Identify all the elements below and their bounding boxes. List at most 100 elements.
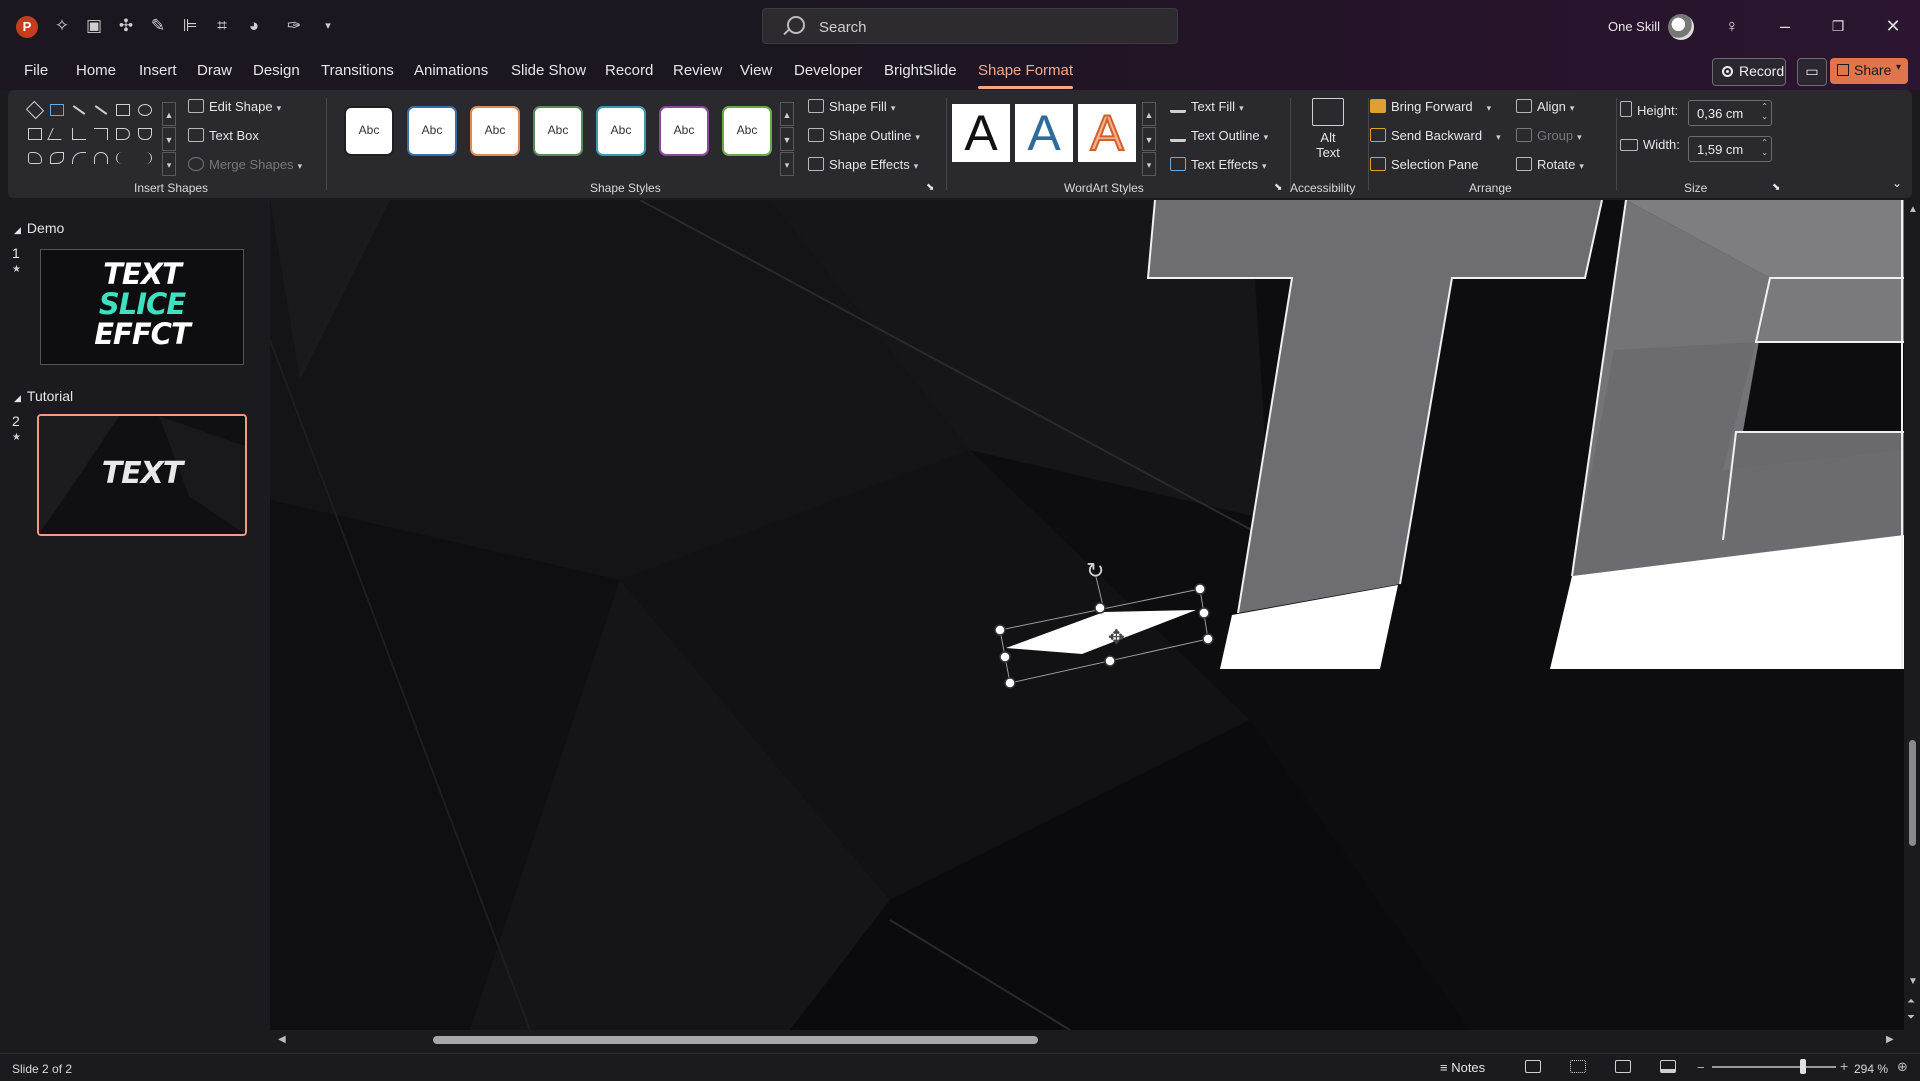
rectangle-shape-icon[interactable]	[116, 104, 130, 116]
search-box[interactable]	[762, 8, 1178, 44]
shape-style-6[interactable]: Abc	[659, 106, 709, 156]
horizontal-scroll-thumb[interactable]	[433, 1036, 1038, 1044]
tab-design[interactable]: Design	[253, 62, 300, 79]
shape-style-4[interactable]: Abc	[533, 106, 583, 156]
previous-slide-icon[interactable]: ⏶	[1907, 996, 1915, 1007]
rotate-handle-icon[interactable]: ↻	[1086, 559, 1104, 584]
more-icon[interactable]: ▾	[162, 152, 176, 176]
tab-draw[interactable]: Draw	[197, 62, 232, 79]
shape-style-3[interactable]: Abc	[470, 106, 520, 156]
crop-icon[interactable]: ⌗	[212, 16, 232, 36]
triangle-shape-icon[interactable]	[47, 128, 67, 140]
group-button[interactable]: Group ▾	[1516, 128, 1582, 143]
curve-shape-icon[interactable]	[94, 152, 108, 164]
slide-thumbnail-2[interactable]: TEXT	[37, 414, 247, 536]
search-input[interactable]	[817, 15, 1161, 39]
zoom-in-icon[interactable]: +	[1840, 1058, 1848, 1074]
bring-forward-button[interactable]: Bring Forward ▾	[1370, 99, 1491, 114]
collapse-triangle-icon[interactable]: ◢	[14, 225, 21, 235]
chevron-down-icon[interactable]: ▼	[1142, 127, 1156, 151]
tab-brightslide[interactable]: BrightSlide	[884, 62, 957, 79]
scribble-shape-icon[interactable]	[50, 152, 64, 164]
vertical-scrollbar[interactable]	[1906, 200, 1920, 1030]
section-demo[interactable]: ◢ Demo	[14, 220, 64, 236]
scroll-left-icon[interactable]: ◀	[278, 1034, 286, 1045]
more-icon[interactable]: ▾	[780, 152, 794, 176]
chevron-down-icon[interactable]: ▼	[780, 127, 794, 151]
slideshow-icon[interactable]	[1660, 1060, 1676, 1073]
fit-slide-icon[interactable]: ⊕	[1897, 1059, 1908, 1075]
size-launcher-icon[interactable]: ⬊	[1772, 182, 1780, 193]
brace-left-shape-icon[interactable]	[116, 152, 130, 164]
close-icon[interactable]: ✕	[1881, 14, 1905, 38]
scroll-up-icon[interactable]: ▲	[1908, 204, 1918, 215]
wordart-style-blue[interactable]: A	[1015, 104, 1073, 162]
text-fill-button[interactable]: Text Fill ▾	[1170, 99, 1244, 114]
wordart-gallery-scroll[interactable]: ▲ ▼ ▾	[1142, 102, 1156, 178]
animation-icon[interactable]: ✧	[52, 16, 72, 36]
slide-canvas[interactable]: ↻ ✥	[270, 200, 1904, 1030]
tab-file[interactable]: File	[24, 62, 48, 79]
connector-shape-icon[interactable]	[72, 128, 86, 140]
shape-effects-button[interactable]: Shape Effects ▾	[808, 157, 918, 172]
shape-outline-button[interactable]: Shape Outline ▾	[808, 128, 920, 143]
reading-view-icon[interactable]	[1615, 1060, 1631, 1073]
text-outline-button[interactable]: Text Outline ▾	[1170, 128, 1268, 143]
arrow-line-shape-icon[interactable]	[94, 105, 108, 115]
tab-insert[interactable]: Insert	[139, 62, 177, 79]
tab-home[interactable]: Home	[76, 62, 116, 79]
shape-styles-launcher-icon[interactable]: ⬊	[926, 182, 934, 193]
restore-icon[interactable]: ❐	[1826, 14, 1850, 38]
freeform-shape-icon[interactable]	[28, 152, 42, 164]
vertical-scroll-thumb[interactable]	[1909, 740, 1916, 846]
arrow-down-shape-icon[interactable]	[138, 128, 152, 140]
arrow-right-shape-icon[interactable]	[116, 128, 130, 140]
selection-pane-button[interactable]: Selection Pane	[1370, 157, 1478, 172]
send-backward-button[interactable]: Send Backward ▾	[1370, 128, 1501, 143]
eyedropper-icon[interactable]: ✑	[284, 16, 304, 36]
rotate-button[interactable]: Rotate ▾	[1516, 157, 1584, 172]
shapes-gallery-scroll[interactable]: ▲ ▼ ▾	[162, 102, 176, 178]
wordart-style-black[interactable]: A	[952, 104, 1010, 162]
diamond-shape-icon[interactable]	[25, 100, 45, 120]
comments-button[interactable]: ▭	[1797, 58, 1827, 86]
arc-shape-icon[interactable]	[72, 152, 86, 164]
shapes-icon[interactable]: ✣	[116, 16, 136, 36]
more-icon[interactable]: ▾	[1142, 152, 1156, 176]
align-button[interactable]: Align ▾	[1516, 99, 1574, 114]
section-tutorial[interactable]: ◢ Tutorial	[14, 388, 73, 404]
shape-fill-icon[interactable]: ◕	[244, 16, 264, 36]
next-slide-icon[interactable]: ⏷	[1907, 1012, 1915, 1023]
tab-animations[interactable]: Animations	[414, 62, 488, 79]
spin-arrows-icon[interactable]: ⌃ ⌄	[1761, 138, 1768, 158]
chevron-up-icon[interactable]: ▲	[162, 102, 176, 126]
chevron-up-icon[interactable]: ▲	[780, 102, 794, 126]
shapes-gallery[interactable]	[25, 100, 168, 180]
align-icon[interactable]: ⊫	[180, 16, 200, 36]
shape-style-5[interactable]: Abc	[596, 106, 646, 156]
text-effects-button[interactable]: Text Effects ▾	[1170, 157, 1267, 172]
height-input[interactable]	[1695, 104, 1757, 122]
brace-right-shape-icon[interactable]	[138, 152, 152, 164]
height-stepper[interactable]: ⌃⌄	[1688, 100, 1772, 126]
collapse-ribbon-icon[interactable]: ⌄	[1892, 176, 1902, 190]
width-input[interactable]	[1695, 140, 1757, 158]
tab-shape-format[interactable]: Shape Format	[978, 62, 1074, 89]
collapse-triangle-icon[interactable]: ◢	[14, 393, 21, 403]
shape-style-1[interactable]: Abc	[344, 106, 394, 156]
lightbulb-icon[interactable]: ♀	[1720, 14, 1744, 38]
normal-view-icon[interactable]	[1525, 1060, 1541, 1073]
customize-qat-icon[interactable]: ▾	[318, 16, 338, 36]
avatar[interactable]	[1668, 14, 1694, 40]
format-painter-icon[interactable]: ✎	[148, 16, 168, 36]
slide-thumbnail-1[interactable]: TEXT SLICE EFFCT	[40, 249, 244, 365]
tab-developer[interactable]: Developer	[794, 62, 862, 79]
zoom-slider-thumb[interactable]	[1800, 1059, 1806, 1074]
line-shape-icon[interactable]	[72, 105, 86, 115]
slide-sorter-icon[interactable]	[1570, 1060, 1586, 1073]
scroll-down-icon[interactable]: ▼	[1908, 976, 1918, 987]
text-box-button[interactable]: Text Box	[188, 128, 259, 143]
shape-style-2[interactable]: Abc	[407, 106, 457, 156]
shape-styles-gallery-scroll[interactable]: ▲ ▼ ▾	[780, 102, 794, 178]
alt-text-button[interactable]: Alt Text	[1304, 98, 1352, 160]
